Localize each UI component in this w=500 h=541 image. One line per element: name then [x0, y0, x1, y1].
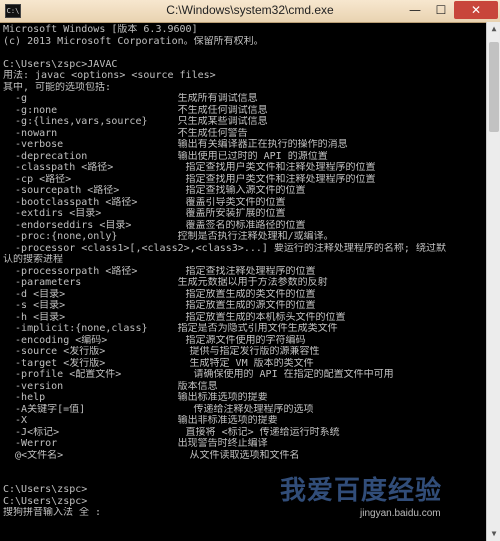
console-line: 认的搜索进程 [3, 254, 63, 265]
console-line: -d <目录> 指定放置生成的类文件的位置 [3, 288, 316, 300]
console-line: -parameters 生成元数据以用于方法参数的反射 [3, 277, 328, 288]
maximize-button[interactable]: ☐ [428, 1, 454, 19]
console-output[interactable]: Microsoft Windows [版本 6.3.9600] (c) 2013 … [3, 24, 485, 541]
console-line: -Werror 出现警告时终止编译 [3, 438, 268, 449]
console-line: -g 生成所有调试信息 [3, 93, 258, 104]
console-line: (c) 2013 Microsoft Corporation。保留所有权利。 [3, 35, 264, 47]
console-line: -X 输出非标准选项的提要 [3, 415, 278, 426]
console-line: C:\Users\zspc> [3, 495, 88, 507]
cmd-window: C:\ C:\Windows\system32\cmd.exe — ☐ ✕ Mi… [0, 0, 500, 541]
console-line: -g:none 不生成任何调试信息 [3, 104, 268, 116]
console-line: -processorpath <路径> 指定查找注释处理程序的位置 [3, 265, 316, 277]
scroll-thumb[interactable] [489, 42, 499, 132]
console-line: -deprecation 输出使用已过时的 API 的源位置 [3, 150, 328, 162]
console-line: -classpath <路径> 指定查找用户类文件和注释处理程序的位置 [3, 162, 376, 173]
console-line: -encoding <编码> 指定源文件使用的字符编码 [3, 334, 306, 346]
console-line: C:\Users\zspc> [3, 484, 88, 495]
console-line: -proc:{none,only} 控制是否执行注释处理和/或编译。 [3, 231, 334, 242]
console-line: 搜狗拼音输入法 全 : [3, 507, 102, 518]
console-line: -source <发行版> 提供与指定发行版的源兼容性 [3, 346, 320, 357]
console-line: -h <目录> 指定放置生成的本机标头文件的位置 [3, 311, 346, 323]
console-line: -processor <class1>[,<class2>,<class3>..… [3, 242, 446, 254]
console-line: C:\Users\zspc>JAVAC [3, 58, 118, 70]
console-line: -s <目录> 指定放置生成的源文件的位置 [3, 300, 316, 311]
console-line: 用法: javac <options> <source files> [3, 70, 216, 81]
console-line: Microsoft Windows [版本 6.3.9600] [3, 24, 198, 35]
console-line: -A关键字[=值] 传递给注释处理程序的选项 [3, 403, 314, 415]
console-line: -help 输出标准选项的提要 [3, 392, 268, 403]
console-line: -cp <路径> 指定查找用户类文件和注释处理程序的位置 [3, 173, 376, 185]
console-line: -profile <配置文件> 请确保使用的 API 在指定的配置文件中可用 [3, 369, 394, 380]
close-button[interactable]: ✕ [454, 1, 498, 19]
console-line: -extdirs <目录> 覆盖所安装扩展的位置 [3, 208, 286, 219]
scroll-up-arrow-icon[interactable]: ▲ [487, 22, 500, 36]
console-line: -sourcepath <路径> 指定查找输入源文件的位置 [3, 185, 306, 196]
console-line: -g:{lines,vars,source} 只生成某些调试信息 [3, 116, 268, 127]
scroll-down-arrow-icon[interactable]: ▼ [487, 527, 500, 541]
console-line: -target <发行版> 生成特定 VM 版本的类文件 [3, 357, 314, 369]
console-line: -implicit:{none,class} 指定是否为隐式引用文件生成类文件 [3, 323, 338, 334]
console-line: -verbose 输出有关编译器正在执行的操作的消息 [3, 139, 348, 150]
console-line: -version 版本信息 [3, 380, 218, 392]
minimize-button[interactable]: — [402, 1, 428, 19]
console-line: -nowarn 不生成任何警告 [3, 127, 248, 139]
console-line: -J<标记> 直接将 <标记> 传递给运行时系统 [3, 426, 340, 438]
console-line: 其中, 可能的选项包括: [3, 81, 112, 93]
vertical-scrollbar[interactable]: ▲ ▼ [486, 22, 500, 541]
title-bar[interactable]: C:\ C:\Windows\system32\cmd.exe — ☐ ✕ [0, 0, 500, 23]
console-line: -endorseddirs <目录> 覆盖签名的标准路径的位置 [3, 219, 306, 231]
console-line: @<文件名> 从文件读取选项和文件名 [3, 449, 300, 461]
console-line: -bootclasspath <路径> 覆盖引导类文件的位置 [3, 196, 286, 208]
